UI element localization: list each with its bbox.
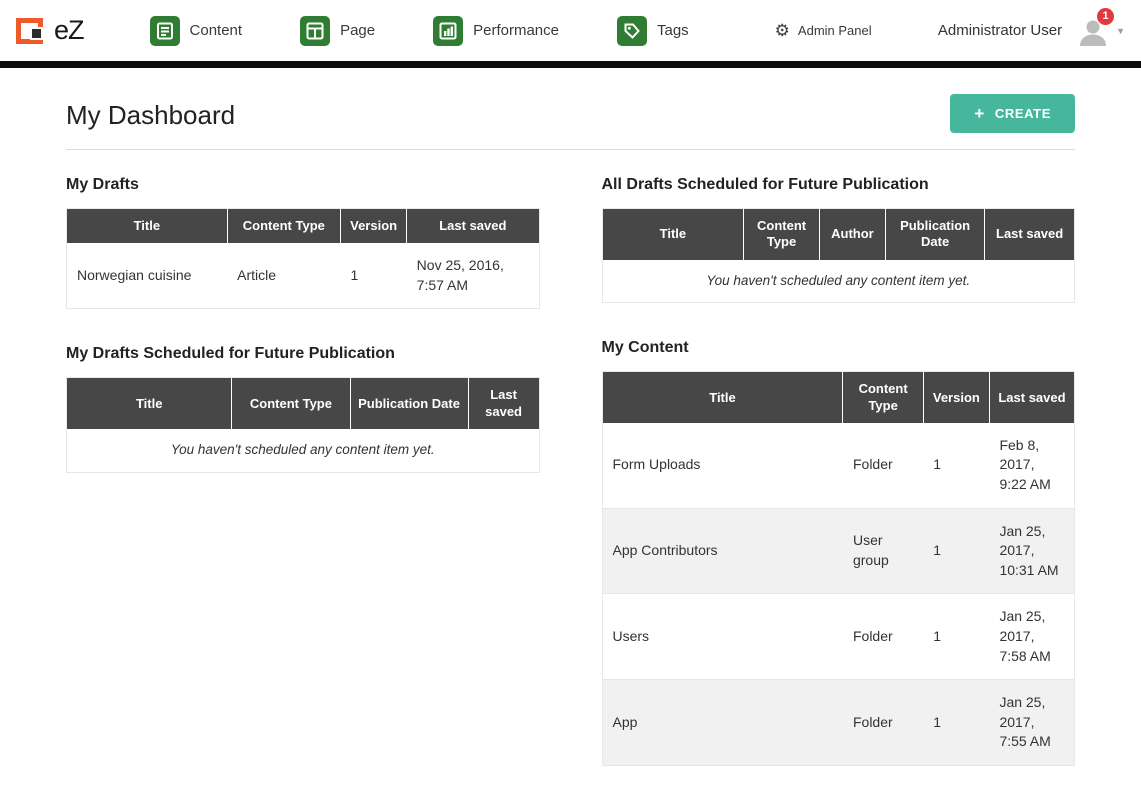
empty-row: You haven't scheduled any content item y… bbox=[67, 429, 540, 472]
column-header: Last saved bbox=[407, 209, 539, 244]
ez-logo-icon bbox=[16, 15, 50, 47]
dashboard-main: My Dashboard + CREATE My Drafts TitleCon… bbox=[0, 68, 1141, 802]
table-cell: Jan 25, 2017, 10:31 AM bbox=[989, 508, 1074, 594]
right-column: All Drafts Scheduled for Future Publicat… bbox=[602, 176, 1076, 802]
create-button[interactable]: + CREATE bbox=[950, 94, 1075, 133]
title-divider bbox=[66, 149, 1075, 150]
column-header: Version bbox=[923, 372, 989, 423]
header-divider bbox=[0, 61, 1141, 68]
table-cell: Form Uploads bbox=[602, 423, 843, 508]
table-cell: Norwegian cuisine bbox=[67, 243, 228, 309]
gear-icon: ⚙ bbox=[775, 22, 790, 39]
table-cell: Feb 8, 2017, 9:22 AM bbox=[989, 423, 1074, 508]
top-bar: eZ Content Page Performance Tags bbox=[0, 0, 1141, 61]
ez-logo[interactable]: eZ bbox=[16, 15, 84, 47]
page-icon bbox=[300, 16, 330, 46]
empty-message: You haven't scheduled any content item y… bbox=[67, 429, 540, 472]
section-title-my-content: My Content bbox=[602, 339, 1076, 357]
user-menu[interactable]: Administrator User 1 ▼ bbox=[938, 16, 1125, 46]
notification-badge[interactable]: 1 bbox=[1097, 8, 1114, 25]
section-title-all-drafts-scheduled: All Drafts Scheduled for Future Publicat… bbox=[602, 176, 1076, 194]
column-header: Last saved bbox=[985, 209, 1075, 260]
section-title-my-drafts-scheduled: My Drafts Scheduled for Future Publicati… bbox=[66, 345, 540, 363]
column-header: Last saved bbox=[989, 372, 1074, 423]
column-header: Content Type bbox=[843, 372, 923, 423]
table-cell: 1 bbox=[923, 423, 989, 508]
table-cell: 1 bbox=[923, 680, 989, 766]
chevron-down-icon: ▼ bbox=[1116, 26, 1125, 36]
table-cell: Jan 25, 2017, 7:55 AM bbox=[989, 680, 1074, 766]
section-my-drafts-scheduled: My Drafts Scheduled for Future Publicati… bbox=[66, 345, 540, 472]
my-drafts-table: TitleContent TypeVersionLast savedNorweg… bbox=[66, 208, 540, 309]
empty-row: You haven't scheduled any content item y… bbox=[602, 260, 1075, 303]
table-row[interactable]: App ContributorsUser group1Jan 25, 2017,… bbox=[602, 508, 1075, 594]
column-header: Content Type bbox=[744, 209, 820, 260]
admin-panel-label: Admin Panel bbox=[798, 23, 872, 38]
table-cell: Folder bbox=[843, 423, 923, 508]
left-column: My Drafts TitleContent TypeVersionLast s… bbox=[66, 176, 540, 802]
page-title: My Dashboard bbox=[66, 94, 235, 131]
plus-icon: + bbox=[974, 105, 985, 122]
nav-item-content[interactable]: Content bbox=[150, 16, 243, 46]
column-header: Version bbox=[341, 209, 407, 244]
nav-label-page: Page bbox=[340, 22, 375, 39]
table-cell: Folder bbox=[843, 680, 923, 766]
table-row[interactable]: Norwegian cuisineArticle1Nov 25, 2016, 7… bbox=[67, 243, 540, 309]
section-my-content: My Content TitleContent TypeVersionLast … bbox=[602, 339, 1076, 766]
table-cell: Nov 25, 2016, 7:57 AM bbox=[407, 243, 539, 309]
all-drafts-scheduled-table: TitleContent TypeAuthorPublication DateL… bbox=[602, 208, 1076, 303]
empty-message: You haven't scheduled any content item y… bbox=[602, 260, 1075, 303]
nav-label-tags: Tags bbox=[657, 22, 689, 39]
section-title-my-drafts: My Drafts bbox=[66, 176, 540, 194]
column-header: Publication Date bbox=[350, 378, 468, 429]
nav-label-performance: Performance bbox=[473, 22, 559, 39]
table-cell: 1 bbox=[923, 508, 989, 594]
column-header: Title bbox=[602, 372, 843, 423]
main-nav: Content Page Performance Tags bbox=[150, 16, 747, 46]
section-my-drafts: My Drafts TitleContent TypeVersionLast s… bbox=[66, 176, 540, 309]
table-cell: App bbox=[602, 680, 843, 766]
nav-item-tags[interactable]: Tags bbox=[617, 16, 689, 46]
content-icon bbox=[150, 16, 180, 46]
column-header: Title bbox=[67, 378, 232, 429]
column-header: Title bbox=[602, 209, 744, 260]
table-row[interactable]: AppFolder1Jan 25, 2017, 7:55 AM bbox=[602, 680, 1075, 766]
column-header: Title bbox=[67, 209, 228, 244]
performance-icon bbox=[433, 16, 463, 46]
column-header: Last saved bbox=[468, 378, 539, 429]
user-name: Administrator User bbox=[938, 22, 1062, 39]
column-header: Publication Date bbox=[885, 209, 984, 260]
table-cell: 1 bbox=[341, 243, 407, 309]
nav-label-content: Content bbox=[190, 22, 243, 39]
column-header: Content Type bbox=[227, 209, 340, 244]
my-drafts-scheduled-table: TitleContent TypePublication DateLast sa… bbox=[66, 377, 540, 472]
table-cell: Article bbox=[227, 243, 340, 309]
admin-panel-menu[interactable]: ⚙ Admin Panel bbox=[775, 22, 872, 39]
column-header: Content Type bbox=[232, 378, 350, 429]
ez-logo-text: eZ bbox=[54, 15, 84, 46]
section-all-drafts-scheduled: All Drafts Scheduled for Future Publicat… bbox=[602, 176, 1076, 303]
nav-item-page[interactable]: Page bbox=[300, 16, 375, 46]
user-avatar-icon[interactable]: 1 bbox=[1076, 16, 1110, 46]
column-header: Author bbox=[819, 209, 885, 260]
table-row[interactable]: Form UploadsFolder1Feb 8, 2017, 9:22 AM bbox=[602, 423, 1075, 508]
create-button-label: CREATE bbox=[995, 106, 1051, 121]
my-content-table: TitleContent TypeVersionLast savedForm U… bbox=[602, 371, 1076, 766]
table-cell: User group bbox=[843, 508, 923, 594]
nav-item-performance[interactable]: Performance bbox=[433, 16, 559, 46]
table-cell: App Contributors bbox=[602, 508, 843, 594]
tags-icon bbox=[617, 16, 647, 46]
